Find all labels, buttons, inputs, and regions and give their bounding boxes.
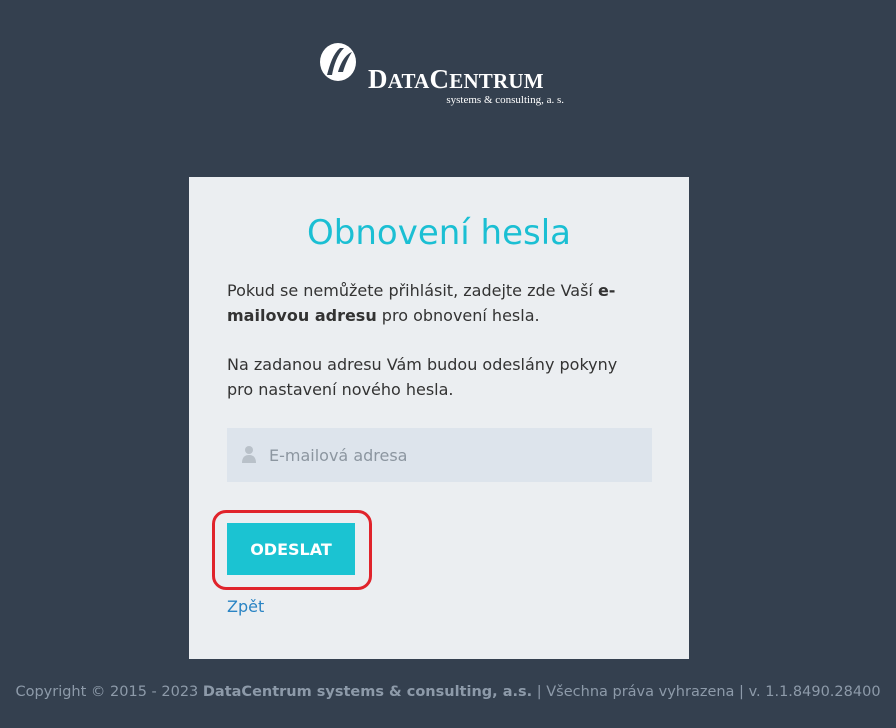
info-paragraph: Na zadanou adresu Vám budou odeslány pok… <box>227 355 618 399</box>
datacentrum-logo-mark-icon <box>320 43 356 81</box>
footer: Copyright © 2015 - 2023 DataCentrum syst… <box>0 684 896 700</box>
footer-copyright: Copyright © 2015 - 2023 <box>15 684 203 700</box>
footer-rights: Všechna práva vyhrazena <box>546 684 735 700</box>
instructions-paragraph: Pokud se nemůžete přihlásit, zadejte zde… <box>227 278 647 328</box>
footer-separator: | <box>532 684 547 700</box>
instructions-text-1: Pokud se nemůžete přihlásit, zadejte zde… <box>227 281 598 300</box>
user-icon <box>242 446 256 463</box>
logo-wordmark: DATACENTRUM <box>368 64 544 94</box>
submit-button[interactable]: ODESLAT <box>227 523 355 575</box>
logo-subtitle: systems & consulting, a. s. <box>446 94 564 106</box>
password-reset-card: Obnovení hesla Pokud se nemůžete přihlás… <box>189 177 689 659</box>
company-logo: DATACENTRUM systems & consulting, a. s. <box>318 42 568 112</box>
footer-separator: | <box>734 684 749 700</box>
footer-version: v. 1.1.8490.28400 <box>748 684 881 700</box>
email-field-wrapper[interactable] <box>227 428 652 482</box>
footer-company: DataCentrum systems & consulting, a.s. <box>202 684 533 700</box>
back-link[interactable]: Zpět <box>227 597 264 616</box>
instructions-text-2: pro obnovení hesla. <box>376 306 540 325</box>
email-input[interactable] <box>269 428 639 482</box>
page-title: Obnovení hesla <box>307 213 571 253</box>
